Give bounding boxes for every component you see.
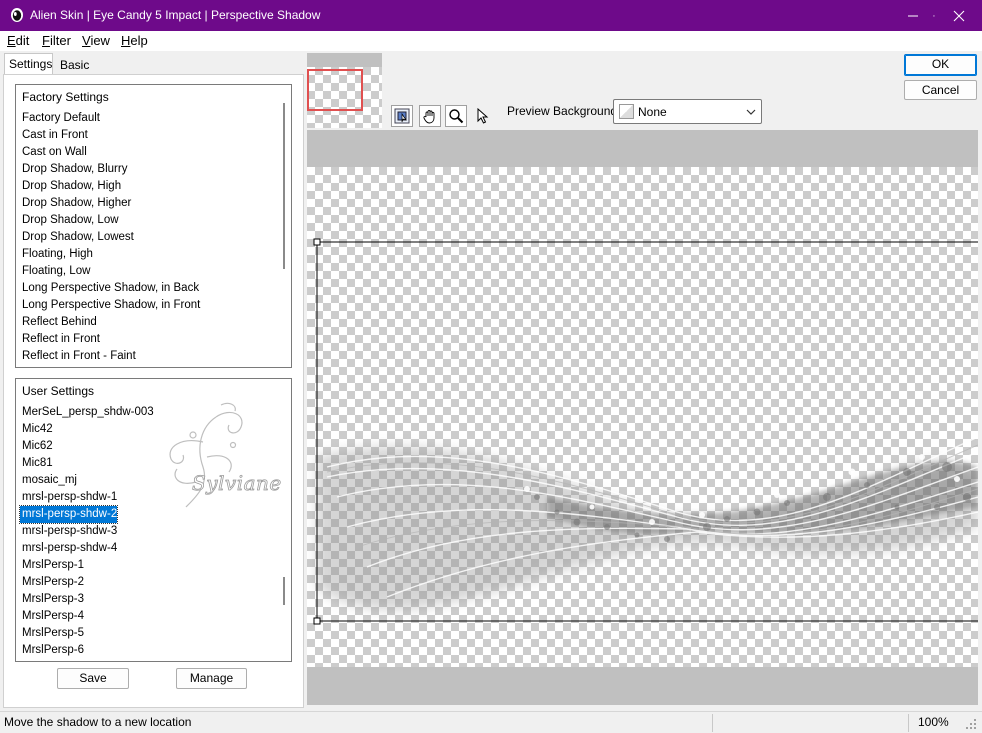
list-item[interactable]: Long Perspective Shadow, in Back (20, 280, 199, 297)
save-button[interactable]: Save (57, 668, 129, 689)
menu-edit-label: dit (15, 33, 30, 48)
background-swatch (619, 104, 634, 119)
list-item[interactable]: MrslPersp-4 (20, 608, 84, 625)
resize-grip-icon[interactable] (964, 717, 978, 731)
user-scrollbar-thumb[interactable] (283, 577, 285, 605)
hand-icon (423, 110, 435, 124)
maximize-icon (933, 14, 935, 17)
menu-filter-label: ilter (49, 33, 71, 48)
tab-settings[interactable]: Settings (4, 53, 53, 74)
list-item[interactable]: MerSeL_persp_shdw-003 (20, 404, 154, 421)
list-item[interactable]: Mic42 (20, 421, 53, 438)
menu-edit[interactable]: Edit (7, 33, 29, 48)
status-divider (712, 714, 713, 732)
list-item[interactable]: mrsl-persp-shdw-4 (20, 540, 117, 557)
list-item[interactable]: mrsl-persp-shdw-3 (20, 523, 117, 540)
list-item[interactable]: Floating, High (20, 246, 93, 263)
list-item[interactable]: MrslPersp-1 (20, 557, 84, 574)
list-item[interactable]: Reflect in Front - Faint (20, 348, 136, 365)
cancel-button[interactable]: Cancel (904, 80, 977, 100)
menu-bar: Edit Filter View Help (0, 31, 982, 51)
list-item[interactable]: Cast in Front (20, 127, 88, 144)
list-item[interactable]: Drop Shadow, High (20, 178, 121, 195)
list-item[interactable]: Reflect Behind (20, 314, 97, 331)
list-item[interactable]: Floating, Low (20, 263, 90, 280)
status-message: Move the shadow to a new location (4, 715, 192, 729)
preview-background-value: None (638, 105, 667, 119)
status-divider (908, 714, 909, 732)
select-tool-button[interactable] (473, 106, 493, 126)
status-bar: Move the shadow to a new location 100% (0, 711, 982, 733)
list-item[interactable]: MrslPersp-3 (20, 591, 84, 608)
list-item[interactable]: Drop Shadow, Low (20, 212, 119, 229)
list-item[interactable]: Drop Shadow, Blurry (20, 161, 127, 178)
menu-filter-mnemonic: F (42, 33, 50, 48)
list-item[interactable]: Factory Default (20, 110, 100, 127)
window-title: Alien Skin | Eye Candy 5 Impact | Perspe… (30, 8, 321, 22)
list-item[interactable]: Drop Shadow, Higher (20, 195, 131, 212)
list-item[interactable]: MrslPersp-6 (20, 642, 84, 659)
navigate-tool-button[interactable] (391, 105, 413, 127)
list-item[interactable]: Cast on Wall (20, 144, 87, 161)
navigator-viewport[interactable] (307, 69, 363, 111)
menu-filter[interactable]: Filter (42, 33, 71, 48)
manage-button[interactable]: Manage (176, 668, 247, 689)
arrow-pointer-icon (477, 108, 489, 124)
factory-settings-header: Factory Settings (22, 90, 109, 104)
preview-background-select[interactable]: None (613, 99, 762, 124)
zoom-level: 100% (918, 715, 949, 729)
menu-help-label: elp (130, 33, 148, 48)
close-button[interactable] (936, 0, 982, 31)
list-item-selected[interactable]: mrsl-persp-shdw-2 (18, 505, 119, 524)
list-item[interactable]: Reflect in Front (20, 331, 100, 348)
zoom-tool-button[interactable] (445, 105, 467, 127)
list-item[interactable]: Mic62 (20, 438, 53, 455)
factory-settings-list[interactable]: Factory Settings Factory Default Cast in… (15, 84, 292, 368)
menu-view-label: iew (90, 33, 110, 48)
zoom-icon (449, 109, 464, 124)
menu-help-mnemonic: H (121, 33, 131, 48)
tab-basic[interactable]: Basic (56, 55, 94, 76)
list-item[interactable]: mrsl-persp-shdw-1 (20, 489, 117, 506)
preview-canvas[interactable] (307, 167, 978, 667)
maximize-button[interactable] (889, 0, 935, 31)
close-icon (953, 10, 965, 21)
list-item[interactable]: Long Perspective Shadow, in Front (20, 297, 200, 314)
title-bar: Alien Skin | Eye Candy 5 Impact | Perspe… (0, 0, 982, 31)
navigate-icon (394, 108, 410, 124)
menu-edit-mnemonic: E (7, 33, 16, 48)
chevron-down-icon (746, 109, 756, 115)
user-settings-header: User Settings (22, 384, 95, 398)
menu-help[interactable]: Help (121, 33, 148, 48)
alien-skin-icon (11, 8, 23, 22)
user-settings-list[interactable]: User Settings MerSeL_persp_shdw-003 Mic4… (15, 378, 292, 662)
shadow-preview-image (313, 238, 978, 625)
list-item[interactable]: Drop Shadow, Lowest (20, 229, 134, 246)
factory-scrollbar-thumb[interactable] (283, 103, 285, 269)
hand-tool-button[interactable] (419, 105, 441, 127)
list-item[interactable]: Mic81 (20, 455, 53, 472)
menu-view[interactable]: View (82, 33, 110, 48)
ok-button[interactable]: OK (904, 54, 977, 76)
list-item[interactable]: MrslPersp-5 (20, 625, 84, 642)
list-item[interactable]: MrslPersp-2 (20, 574, 84, 591)
preview-background-label: Preview Background: (507, 104, 621, 118)
list-item[interactable]: mosaic_mj (20, 472, 77, 489)
watermark-text: Sylviane (192, 471, 282, 496)
